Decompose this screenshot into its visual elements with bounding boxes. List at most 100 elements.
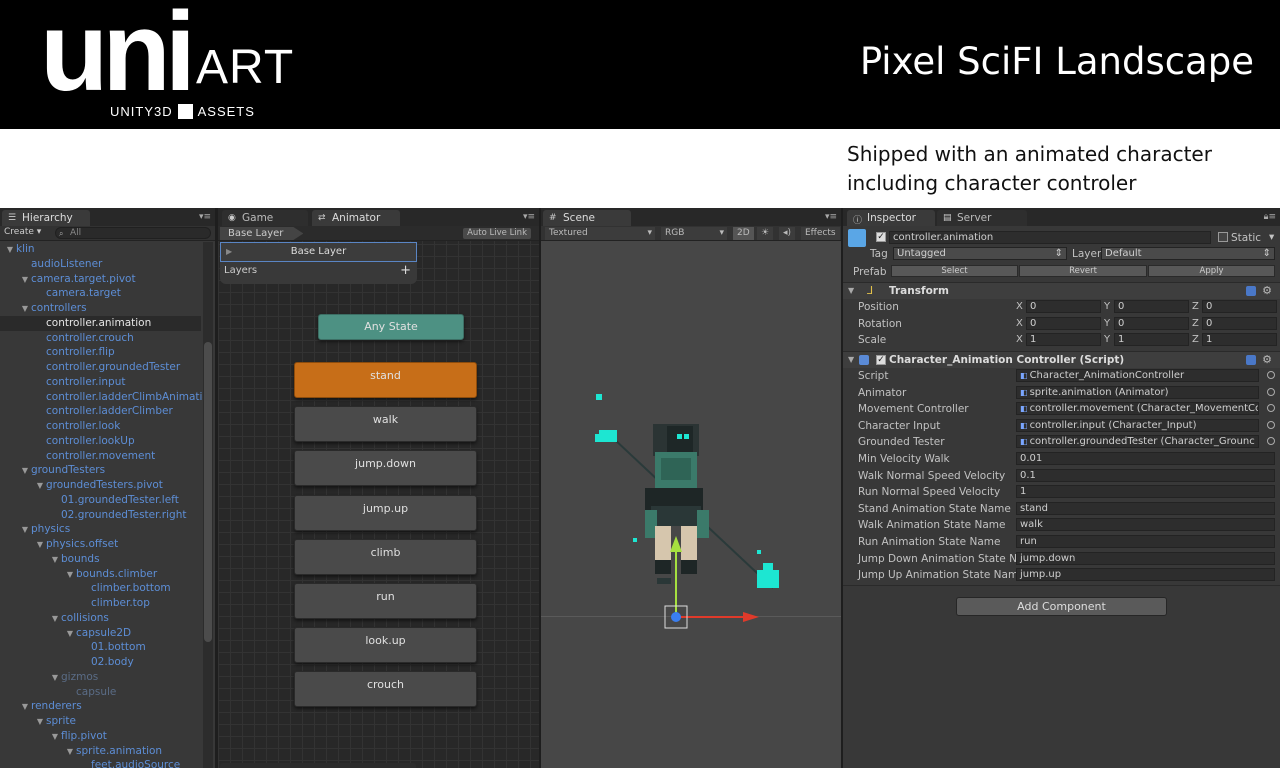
gear-icon[interactable]: ⚙ (1262, 284, 1272, 297)
tab-inspector[interactable]: ⓘ Inspector (847, 210, 935, 226)
script-field-value[interactable]: 1 (1016, 485, 1275, 499)
script-component-header[interactable]: ▼ ✓ Character_Animation Controller (Scri… (843, 351, 1280, 368)
hierarchy-item[interactable]: controller.lookUp (0, 434, 201, 449)
gizmo-y-arrow-icon[interactable] (670, 536, 682, 552)
hierarchy-item[interactable]: 01.groundedTester.left (0, 493, 201, 508)
static-dropdown-icon[interactable]: ▾ (1269, 231, 1274, 243)
script-field-value[interactable]: jump.down (1016, 551, 1275, 565)
hierarchy-item[interactable]: controller.input (0, 375, 201, 390)
help-icon[interactable] (1246, 355, 1256, 365)
scene-viewport[interactable] (541, 208, 841, 768)
object-picker-icon[interactable] (1267, 404, 1275, 413)
gizmo-x-arrow-icon[interactable] (743, 612, 759, 622)
expand-arrow-icon[interactable]: ▼ (64, 568, 76, 583)
transform-y-field[interactable]: 0 (1114, 316, 1189, 330)
transform-z-field[interactable]: 0 (1202, 300, 1277, 313)
expand-arrow-icon[interactable]: ▼ (64, 745, 76, 760)
hierarchy-item[interactable]: climber.top (0, 596, 201, 611)
object-picker-icon[interactable] (1267, 437, 1275, 446)
script-field-value[interactable]: 0.01 (1016, 452, 1275, 465)
hierarchy-item[interactable]: controller.ladderClimbAnimatio (0, 390, 209, 405)
hierarchy-item[interactable]: controller.look (0, 419, 201, 434)
state-node[interactable]: look.up (294, 627, 477, 664)
script-field-value[interactable]: walk (1016, 518, 1275, 532)
expand-arrow-icon[interactable]: ▼ (49, 553, 61, 568)
tab-game[interactable]: ◉ Game (222, 210, 308, 226)
expand-arrow-icon[interactable]: ▼ (19, 273, 31, 288)
transform-y-field[interactable]: 0 (1114, 300, 1189, 313)
transform-x-field[interactable]: 0 (1026, 300, 1101, 313)
script-field-value[interactable]: stand (1016, 501, 1275, 515)
object-name-field[interactable]: controller.animation (889, 231, 1211, 244)
hierarchy-item[interactable]: audioListener (0, 257, 201, 272)
hierarchy-item[interactable]: ▼ sprite.animation (0, 744, 201, 759)
expand-arrow-icon[interactable]: ▼ (64, 627, 76, 642)
object-picker-icon[interactable] (1267, 420, 1275, 429)
hierarchy-item[interactable]: controller.flip (0, 345, 201, 360)
hierarchy-item[interactable]: ▼ flip.pivot (0, 729, 201, 744)
expand-arrow-icon[interactable]: ▼ (19, 464, 31, 479)
object-picker-icon[interactable] (1267, 387, 1275, 396)
expand-arrow-icon[interactable]: ▼ (34, 479, 46, 494)
panel-menu-icon[interactable]: ▾≡ (523, 212, 535, 222)
hierarchy-item[interactable]: 01.bottom (0, 640, 201, 655)
hierarchy-item[interactable]: ▼ renderers (0, 699, 201, 714)
state-node[interactable]: climb (294, 538, 477, 575)
state-node[interactable]: walk (294, 406, 477, 443)
script-field-value[interactable]: ◧ controller.groundedTester (Character_Gr… (1016, 435, 1259, 449)
hierarchy-scrollbar[interactable] (203, 242, 213, 768)
hierarchy-item[interactable]: 02.groundedTester.right (0, 508, 201, 523)
gear-icon[interactable]: ⚙ (1262, 353, 1272, 366)
expand-arrow-icon[interactable]: ▼ (34, 538, 46, 553)
lock-icon[interactable]: 🔒︎≡ (1264, 212, 1276, 222)
prefab-select-button[interactable]: Select (891, 265, 1018, 277)
expand-arrow-icon[interactable]: ▼ (19, 700, 31, 715)
hierarchy-item[interactable]: ▼ bounds.climber (0, 567, 201, 582)
script-field-value[interactable]: ◧ Character_AnimationController (1016, 369, 1259, 382)
prefab-apply-button[interactable]: Apply (1148, 265, 1275, 277)
hierarchy-item[interactable]: ▼ collisions (0, 611, 201, 626)
layer-dropdown[interactable]: Default ⇕ (1101, 247, 1275, 260)
add-component-button[interactable]: Add Component (956, 597, 1167, 616)
hierarchy-item[interactable]: ▼ gizmos (0, 670, 201, 685)
panel-menu-icon[interactable]: ▾≡ (199, 212, 211, 222)
help-icon[interactable] (1246, 286, 1256, 296)
hierarchy-item[interactable]: camera.target (0, 286, 201, 301)
hierarchy-item[interactable]: ▼ bounds (0, 552, 201, 567)
tab-server[interactable]: ▤ Server (937, 210, 1027, 226)
transform-x-field[interactable]: 0 (1026, 316, 1101, 330)
hierarchy-item[interactable]: controller.groundedTester (0, 360, 201, 375)
script-field-value[interactable]: jump.up (1016, 568, 1275, 582)
script-field-value[interactable]: ◧ sprite.animation (Animator) (1016, 385, 1259, 399)
expand-arrow-icon[interactable]: ▼ (4, 243, 16, 258)
hierarchy-item[interactable]: feet.audioSource (0, 758, 201, 768)
scrollbar-thumb[interactable] (204, 342, 212, 642)
state-node[interactable]: run (294, 583, 477, 619)
transform-y-field[interactable]: 1 (1114, 333, 1189, 347)
hierarchy-item[interactable]: ▼ physics (0, 522, 201, 537)
state-node[interactable]: stand (294, 362, 477, 398)
script-field-value[interactable]: ◧ controller.movement (Character_Movement… (1016, 402, 1259, 416)
add-layer-icon[interactable]: + (400, 263, 411, 278)
script-field-value[interactable]: run (1016, 535, 1275, 548)
hierarchy-item[interactable]: 02.body (0, 655, 201, 670)
tab-animator[interactable]: ⇄ Animator (312, 210, 400, 226)
tab-hierarchy[interactable]: ☰ Hierarchy (2, 210, 90, 226)
transform-x-field[interactable]: 1 (1026, 333, 1101, 347)
auto-live-link-button[interactable]: Auto Live Link (463, 228, 531, 239)
expand-arrow-icon[interactable]: ▼ (19, 302, 31, 317)
hierarchy-item[interactable]: ▼ groundTesters (0, 463, 201, 478)
object-picker-icon[interactable] (1267, 371, 1275, 379)
script-field-value[interactable]: ◧ controller.input (Character_Input) (1016, 418, 1259, 432)
expand-arrow-icon[interactable]: ▼ (34, 715, 46, 730)
state-node[interactable]: jump.down (294, 450, 477, 487)
breadcrumb[interactable]: Base Layer (220, 227, 304, 240)
hierarchy-item[interactable]: ▼ controllers (0, 301, 201, 316)
hierarchy-item[interactable]: controller.ladderClimber (0, 404, 201, 419)
tag-dropdown[interactable]: Untagged ⇕ (893, 247, 1067, 260)
hierarchy-item[interactable]: controller.animation (0, 315, 201, 331)
transform-header[interactable]: ▼ ⅃ Transform ⚙ (843, 282, 1280, 299)
prefab-revert-button[interactable]: Revert (1019, 265, 1147, 277)
expand-arrow-icon[interactable]: ▼ (49, 730, 61, 745)
expand-arrow-icon[interactable]: ▼ (49, 612, 61, 627)
